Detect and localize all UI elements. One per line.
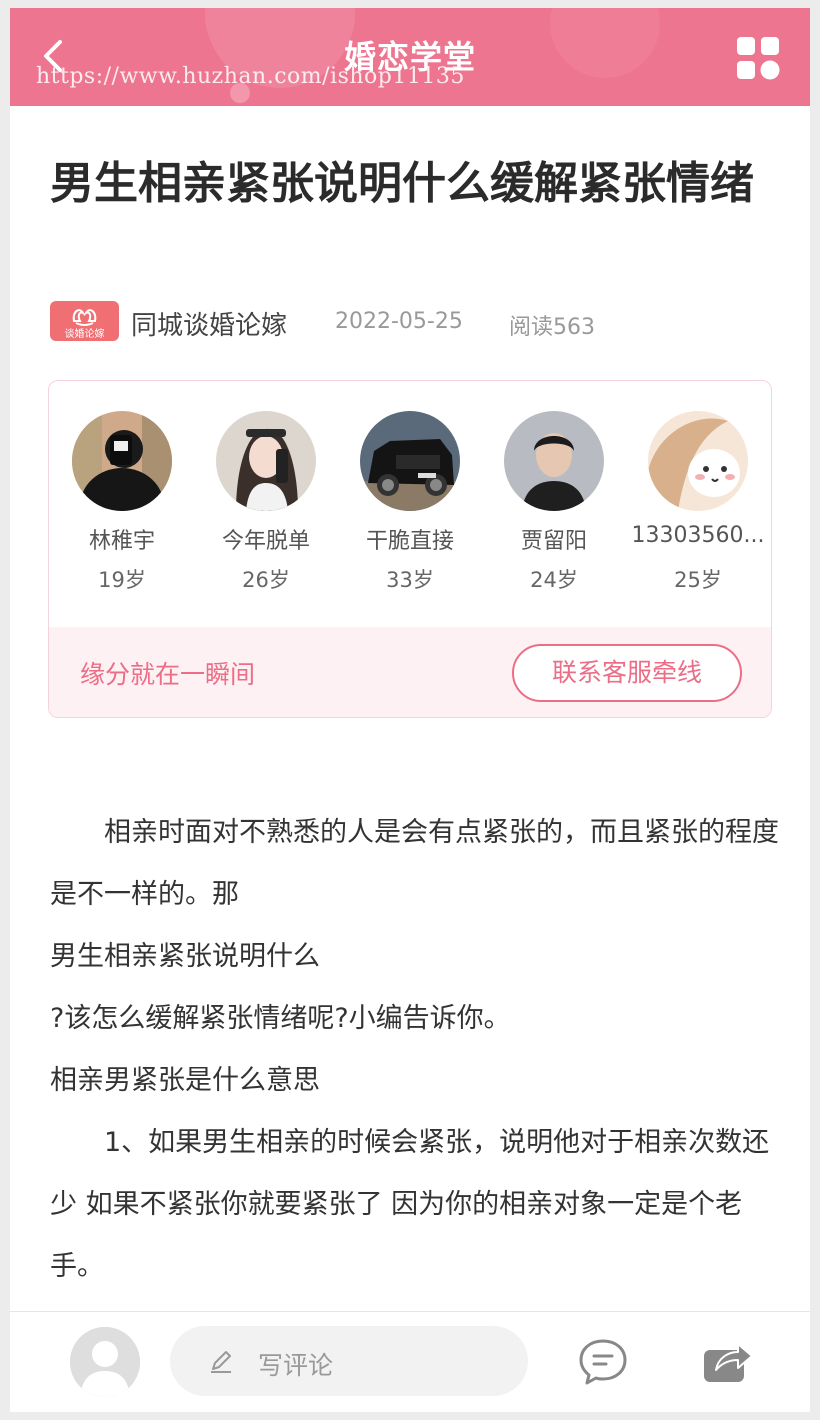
comment-input[interactable]: 写评论	[170, 1326, 528, 1396]
article-meta: 谈婚论嫁 同城谈婚论嫁 2022-05-25 阅读563	[50, 301, 790, 341]
user-name: 13303560...	[631, 523, 765, 548]
user-age: 33岁	[386, 568, 434, 592]
logo-text: 谈婚论嫁	[64, 329, 105, 340]
read-count: 阅读563	[509, 315, 595, 340]
article-title: 男生相亲紧张说明什么缓解紧张情绪	[50, 158, 754, 209]
user-age: 24岁	[530, 568, 578, 592]
user-avatar	[648, 411, 748, 511]
pen-icon	[211, 1351, 231, 1373]
paragraph: 1、如果男生相亲的时候会紧张，说明他对于相亲次数还少 如果不紧张你就要紧张了 因…	[50, 1127, 770, 1282]
user-age: 26岁	[242, 568, 290, 592]
paragraph: 相亲时面对不熟悉的人是会有点紧张的，而且紧张的程度是不一样的。那	[50, 817, 779, 910]
swan-logo-icon	[72, 309, 97, 326]
user-avatar	[360, 411, 460, 511]
watermark-text: https://www.huzhan.com/ishop11135	[36, 64, 465, 89]
app-frame: 婚恋学堂 https://www.huzhan.com/ishop11135 男…	[10, 8, 810, 1412]
author-logo[interactable]: 谈婚论嫁	[50, 301, 119, 341]
bottom-toolbar: 写评论	[10, 1311, 810, 1412]
paragraph: ?该怎么缓解紧张情绪呢?小编告诉你。	[50, 1003, 511, 1034]
comment-placeholder: 写评论	[258, 1351, 334, 1380]
user-avatar-icon[interactable]	[70, 1327, 140, 1397]
user-name: 干脆直接	[365, 529, 454, 554]
user-avatar	[504, 411, 604, 511]
user-age: 25岁	[674, 568, 722, 592]
user-avatar	[216, 411, 316, 511]
user-age: 19岁	[98, 568, 146, 592]
grid-icon	[737, 37, 780, 80]
menu-button[interactable]	[736, 36, 780, 80]
recommended-users: 林稚宇 19岁 今年脱单 26岁 干脆直接 33岁 贾留阳 24岁 133035…	[49, 381, 771, 626]
user-name: 林稚宇	[88, 529, 155, 554]
article-body: 相亲时面对不熟悉的人是会有点紧张的，而且紧张的程度是不一样的。那 男生相亲紧张说…	[50, 802, 780, 1298]
paragraph: 相亲男紧张是什么意思	[50, 1065, 320, 1096]
tagline-text: 缘分就在一瞬间	[80, 660, 256, 689]
message-icon	[579, 1339, 627, 1385]
contact-service-button[interactable]: 联系客服牵线	[512, 644, 742, 702]
share-icon	[704, 1343, 753, 1382]
publish-date: 2022-05-25	[335, 309, 463, 334]
author-name[interactable]: 同城谈婚论嫁	[131, 305, 287, 342]
paragraph: 男生相亲紧张说明什么	[50, 941, 320, 972]
card-footer: 缘分就在一瞬间 联系客服牵线	[49, 627, 771, 717]
match-card: 林稚宇 19岁 今年脱单 26岁 干脆直接 33岁 贾留阳 24岁 133035…	[48, 380, 772, 718]
user-avatar	[72, 411, 172, 511]
top-bar: 婚恋学堂 https://www.huzhan.com/ishop11135	[10, 8, 810, 106]
share-button[interactable]	[702, 1336, 754, 1384]
user-name: 今年脱单	[221, 529, 310, 554]
comments-button[interactable]	[578, 1338, 628, 1386]
user-name: 贾留阳	[520, 529, 587, 554]
